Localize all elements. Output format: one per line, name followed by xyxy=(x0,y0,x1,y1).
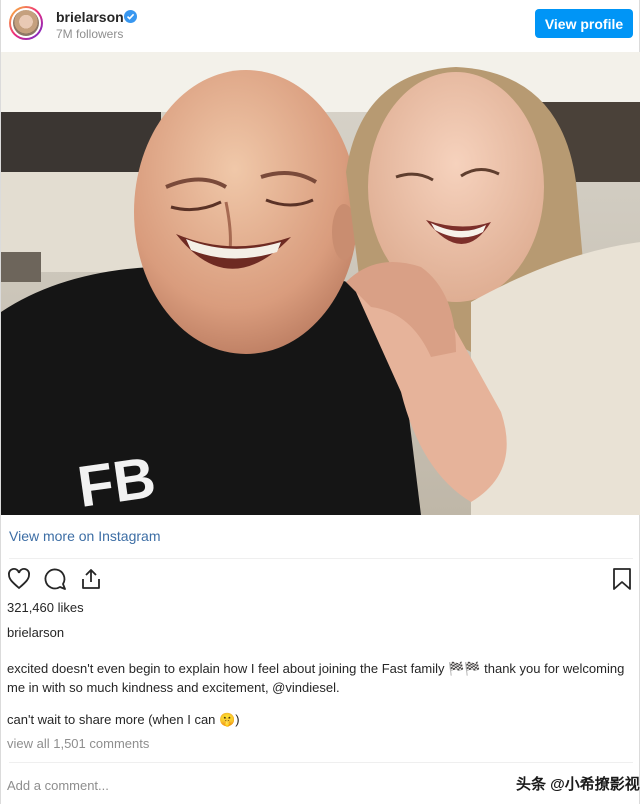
caption-text: excited doesn't even begin to explain ho… xyxy=(7,661,625,695)
shirt-print: FB xyxy=(74,445,160,515)
view-all-comments-link[interactable]: view all 1,501 comments xyxy=(7,736,149,751)
divider xyxy=(9,762,633,763)
followers-count: 7M followers xyxy=(56,27,124,41)
share-icon[interactable] xyxy=(79,567,103,596)
username[interactable]: brielarson xyxy=(56,9,124,25)
instagram-embed-card: brielarson 7M followers View profile FB … xyxy=(0,0,640,804)
verified-badge-icon xyxy=(124,10,137,23)
view-profile-button[interactable]: View profile xyxy=(535,9,633,38)
add-comment-input[interactable]: Add a comment... xyxy=(7,778,109,793)
watermark: 头条 @小希撩影视 xyxy=(516,776,640,793)
post-photo[interactable]: FB xyxy=(1,52,640,515)
heart-icon[interactable] xyxy=(7,567,31,596)
post-header: brielarson 7M followers View profile xyxy=(1,0,640,50)
bookmark-icon[interactable] xyxy=(611,567,633,596)
caption-text-2: can't wait to share more (when I can 🤫) xyxy=(7,712,240,727)
divider xyxy=(9,558,633,559)
view-more-on-instagram-link[interactable]: View more on Instagram xyxy=(9,528,160,544)
likes-count[interactable]: 321,460 likes xyxy=(7,600,84,615)
avatar[interactable] xyxy=(9,6,43,40)
caption-username[interactable]: brielarson xyxy=(7,625,64,640)
comment-icon[interactable] xyxy=(43,567,67,596)
